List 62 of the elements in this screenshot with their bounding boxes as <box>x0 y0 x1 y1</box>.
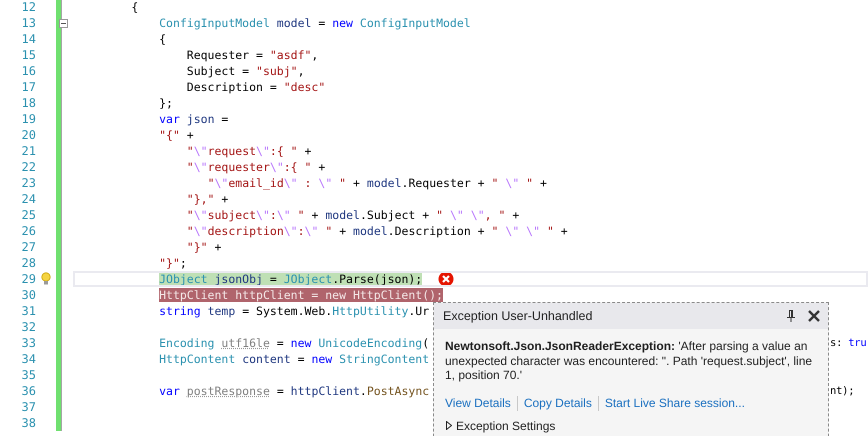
code-line: "\"description\":\" " + model.Description + " \" \" " + <box>186 224 568 238</box>
line-number: 14 <box>20 32 36 46</box>
line-number: 15 <box>20 48 36 62</box>
line-number: 34 <box>20 352 36 366</box>
error-icon <box>438 271 454 287</box>
line-number: 20 <box>20 128 36 142</box>
exception-settings-toggle[interactable]: Exception Settings <box>434 410 828 432</box>
pin-icon[interactable] <box>787 310 795 322</box>
line-number: 27 <box>20 240 36 254</box>
code-line: string temp = System.Web.HttpUtility.Ur <box>158 304 430 318</box>
line-number: 28 <box>20 256 36 270</box>
code-line: "\"email_id\" : \" " + model.Requester + " \" " + <box>206 176 547 190</box>
popup-link[interactable]: View Details <box>445 396 511 410</box>
code-line: { <box>130 0 138 14</box>
code-line: "}"; <box>158 256 187 270</box>
code-line: HttpContent content = new StringContent <box>158 352 430 366</box>
code-line: "}" + <box>186 240 222 254</box>
line-number: 21 <box>20 144 36 158</box>
code-line: var json = <box>158 112 228 126</box>
line-number: 36 <box>20 384 36 398</box>
close-icon[interactable] <box>808 310 820 322</box>
code-line: ConfigInputModel model = new ConfigInputModel <box>158 16 471 30</box>
line-number: 16 <box>20 64 36 78</box>
code-line: Requester = "asdf", <box>186 48 318 62</box>
line-number: 38 <box>20 416 36 430</box>
line-number: 37 <box>20 400 36 414</box>
line-number: 31 <box>20 304 36 318</box>
line-number: 12 <box>20 0 36 14</box>
code-line: s: tru <box>830 337 866 349</box>
line-number: 22 <box>20 160 36 174</box>
expand-icon <box>446 421 452 430</box>
popup-title: Exception User-Unhandled <box>443 309 594 323</box>
exception-message: Newtonsoft.Json.JsonReaderException: 'After parsing a value an unexpected character was encountered: ". Path 'request.subject', line 1, position 70.' <box>444 338 814 382</box>
line-number: 13 <box>20 16 36 30</box>
code-line: }; <box>158 96 173 110</box>
code-line: "}," + <box>186 192 228 206</box>
popup-link[interactable]: Copy Details <box>524 396 592 410</box>
code-line: { <box>158 32 166 46</box>
line-number: 32 <box>20 320 36 334</box>
line-number: 26 <box>20 224 36 238</box>
line-number: 29 <box>20 272 36 286</box>
line-number: 30 <box>20 288 36 302</box>
code-line: var postResponse = httpClient.PostAsync <box>158 384 430 398</box>
line-number: 25 <box>20 208 36 222</box>
line-number: 35 <box>20 368 36 382</box>
popup-link[interactable]: Start Live Share session... <box>604 396 745 410</box>
line-number: 33 <box>20 336 36 350</box>
code-line: "{" + <box>158 128 194 142</box>
code-line: "\"requester\":{ " + <box>186 160 326 174</box>
line-number: 24 <box>20 192 36 206</box>
code-line: Subject = "subj", <box>186 64 305 78</box>
line-number: 18 <box>20 96 36 110</box>
code-line: "\"subject\":\" " + model.Subject + " \" \", " + <box>186 208 520 222</box>
line-number: 19 <box>20 112 36 126</box>
code-line: Description = "desc" <box>186 80 326 94</box>
line-number: 17 <box>20 80 36 94</box>
code-line: "\"request\":{ " + <box>186 144 312 158</box>
collapse-icon[interactable] <box>59 18 68 28</box>
line-number: 23 <box>20 176 36 190</box>
lightbulb-icon[interactable] <box>40 272 50 286</box>
code-line: nt); <box>830 385 854 397</box>
code-line: Encoding utf16le = new UnicodeEncoding( <box>158 336 430 350</box>
